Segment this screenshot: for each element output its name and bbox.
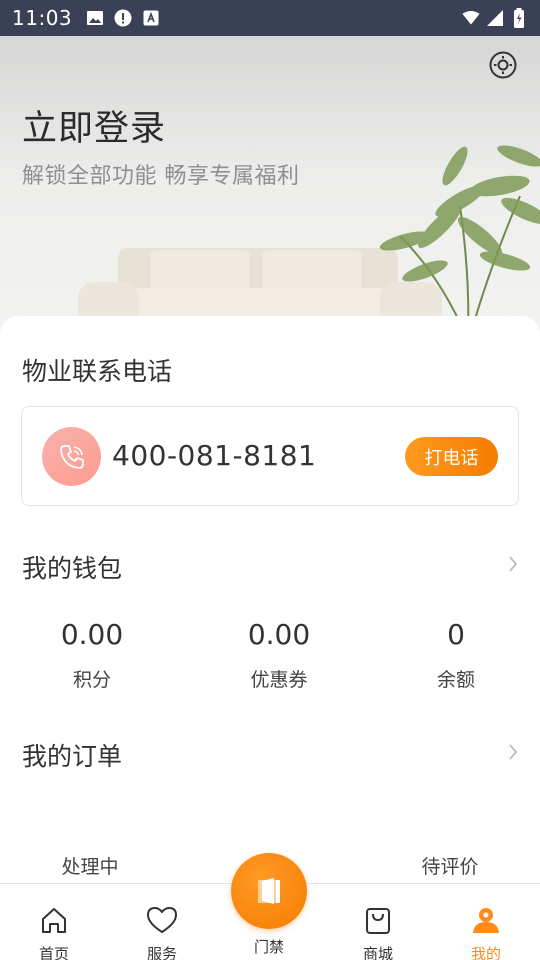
shopping-bag-icon [362,904,394,936]
gear-icon [489,51,517,79]
tab-mall[interactable]: 商城 [324,884,432,960]
property-contact-title: 物业联系电话 [22,357,173,386]
orders-title[interactable]: 我的订单 [22,737,122,773]
wallet-balance-value: 0 [447,618,465,651]
wallet-coupons-value: 0.00 [247,618,311,651]
tab-home[interactable]: 首页 [0,884,108,960]
wallet-chevron-icon[interactable] [506,554,520,574]
battery-icon [510,8,528,28]
wallet-points-label: 积分 [72,669,111,691]
tab-home-label: 首页 [38,945,69,960]
tab-service[interactable]: 服务 [108,884,216,960]
alert-notification-icon [114,9,132,27]
settings-button[interactable] [488,50,518,80]
orders-chevron-icon[interactable] [506,742,520,762]
door-icon [258,878,280,904]
tab-door-label[interactable]: 门禁 [219,936,319,957]
status-system-icons [462,8,528,28]
order-to-review[interactable]: 待评价 [375,852,525,879]
status-bar: 11:03 [0,0,540,36]
wallet-points-value: 0.00 [60,618,124,651]
door-access-button[interactable] [231,853,307,929]
content-card: 物业联系电话 400-081-8181 打电话 我的钱包 0.00 积分 0.0… [0,316,540,884]
phone-avatar [42,427,101,486]
tab-mall-label: 商城 [362,945,393,960]
wallet-title[interactable]: 我的钱包 [22,549,122,585]
tab-service-label: 服务 [146,945,177,960]
status-notification-icons [86,9,160,27]
phone-icon [59,444,84,469]
tab-mine-label: 我的 [470,945,501,960]
image-notification-icon [86,9,104,27]
user-icon [470,904,502,936]
signal-icon [486,9,504,27]
wallet-balance-label: 余额 [436,669,475,691]
home-icon [38,904,70,936]
login-title[interactable]: 立即登录 [22,100,166,151]
wallet-coupons-label: 优惠券 [250,669,308,691]
app-notification-icon [142,9,160,27]
wifi-icon [462,9,480,27]
wallet-balance[interactable]: 0 余额 [376,618,536,692]
call-button[interactable]: 打电话 [405,437,498,476]
heart-icon [146,904,178,936]
order-processing[interactable]: 处理中 [15,852,165,879]
wallet-coupons[interactable]: 0.00 优惠券 [199,618,359,692]
phone-number: 400-081-8181 [112,439,317,472]
property-phone-card: 400-081-8181 打电话 [21,406,519,506]
tab-mine[interactable]: 我的 [432,884,540,960]
login-subtitle: 解锁全部功能 畅享专属福利 [22,164,300,189]
wallet-points[interactable]: 0.00 积分 [12,618,172,692]
status-time: 11:03 [12,6,73,30]
hero-banner: 立即登录 解锁全部功能 畅享专属福利 [0,36,540,336]
